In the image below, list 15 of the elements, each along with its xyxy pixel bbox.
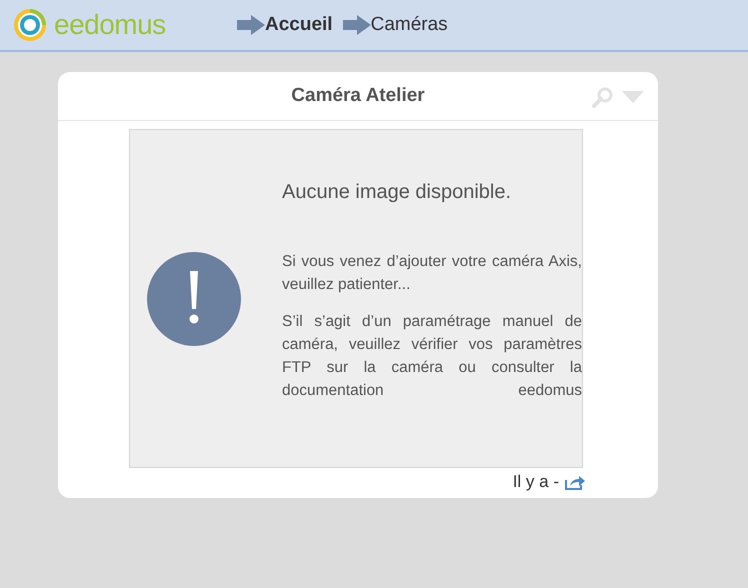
breadcrumb-link[interactable]: Caméras [370,14,448,36]
share-icon[interactable] [565,474,585,490]
arrow-icon [342,15,371,35]
breadcrumb-link[interactable]: Accueil [265,14,333,36]
dropdown-caret-icon[interactable] [622,91,644,103]
card-title: Caméra Atelier [291,85,425,107]
timestamp-text: Il y a - [512,472,559,492]
placeholder-text: Si vous venez d’ajouter votre caméra Axis, veuillez patienter... [282,252,582,295]
logo-text: eedomus [54,9,166,41]
arrow-icon [237,15,265,35]
search-icon[interactable] [592,86,614,108]
logo-icon [12,7,48,43]
placeholder-heading: Aucune image disponible. [282,181,512,204]
warning-icon [146,250,242,346]
placeholder-text: S’il s’agit d’un paramétrage manuel de caméra, veuillez vérifier vos paramètres FTP sur la caméra ou consulter la documentation eedomus [282,312,582,401]
